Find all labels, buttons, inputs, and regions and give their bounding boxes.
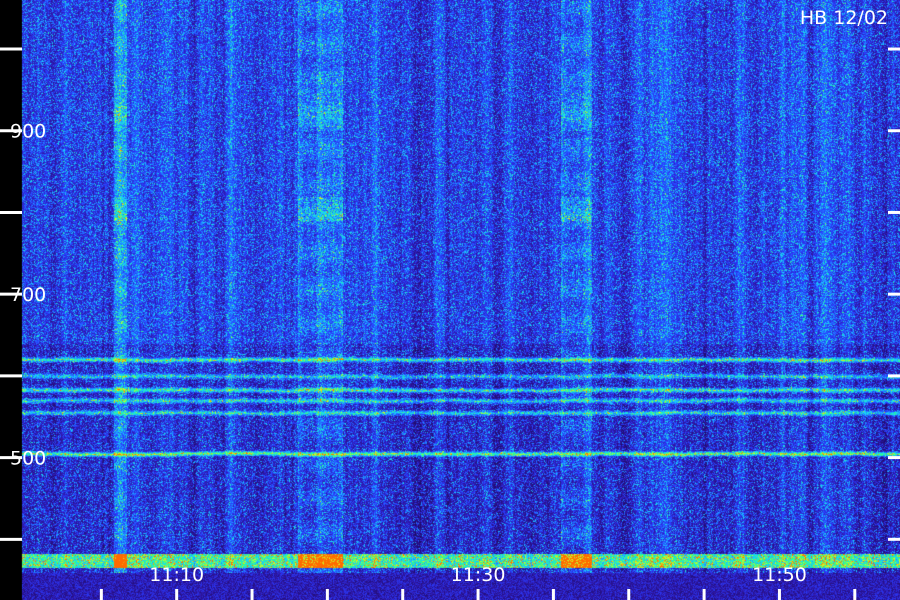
y-tick-label: 700 — [10, 284, 46, 306]
chart-title: HB 12/02 — [800, 7, 888, 29]
x-axis-labels: 11:10 11:30 11:50 — [149, 564, 807, 586]
y-tick-label: 900 — [10, 121, 46, 143]
y-tick-label: 500 — [10, 448, 46, 470]
y-axis-ticks — [0, 47, 900, 541]
x-axis-ticks — [99, 589, 857, 600]
axes-overlay: 900 700 500 11:10 11:30 11:50 HB 12/02 — [0, 7, 900, 600]
x-tick-label: 11:30 — [451, 564, 506, 586]
x-tick-label: 11:50 — [752, 564, 807, 586]
y-axis-labels: 900 700 500 — [10, 121, 46, 470]
x-tick-label: 11:10 — [149, 564, 204, 586]
